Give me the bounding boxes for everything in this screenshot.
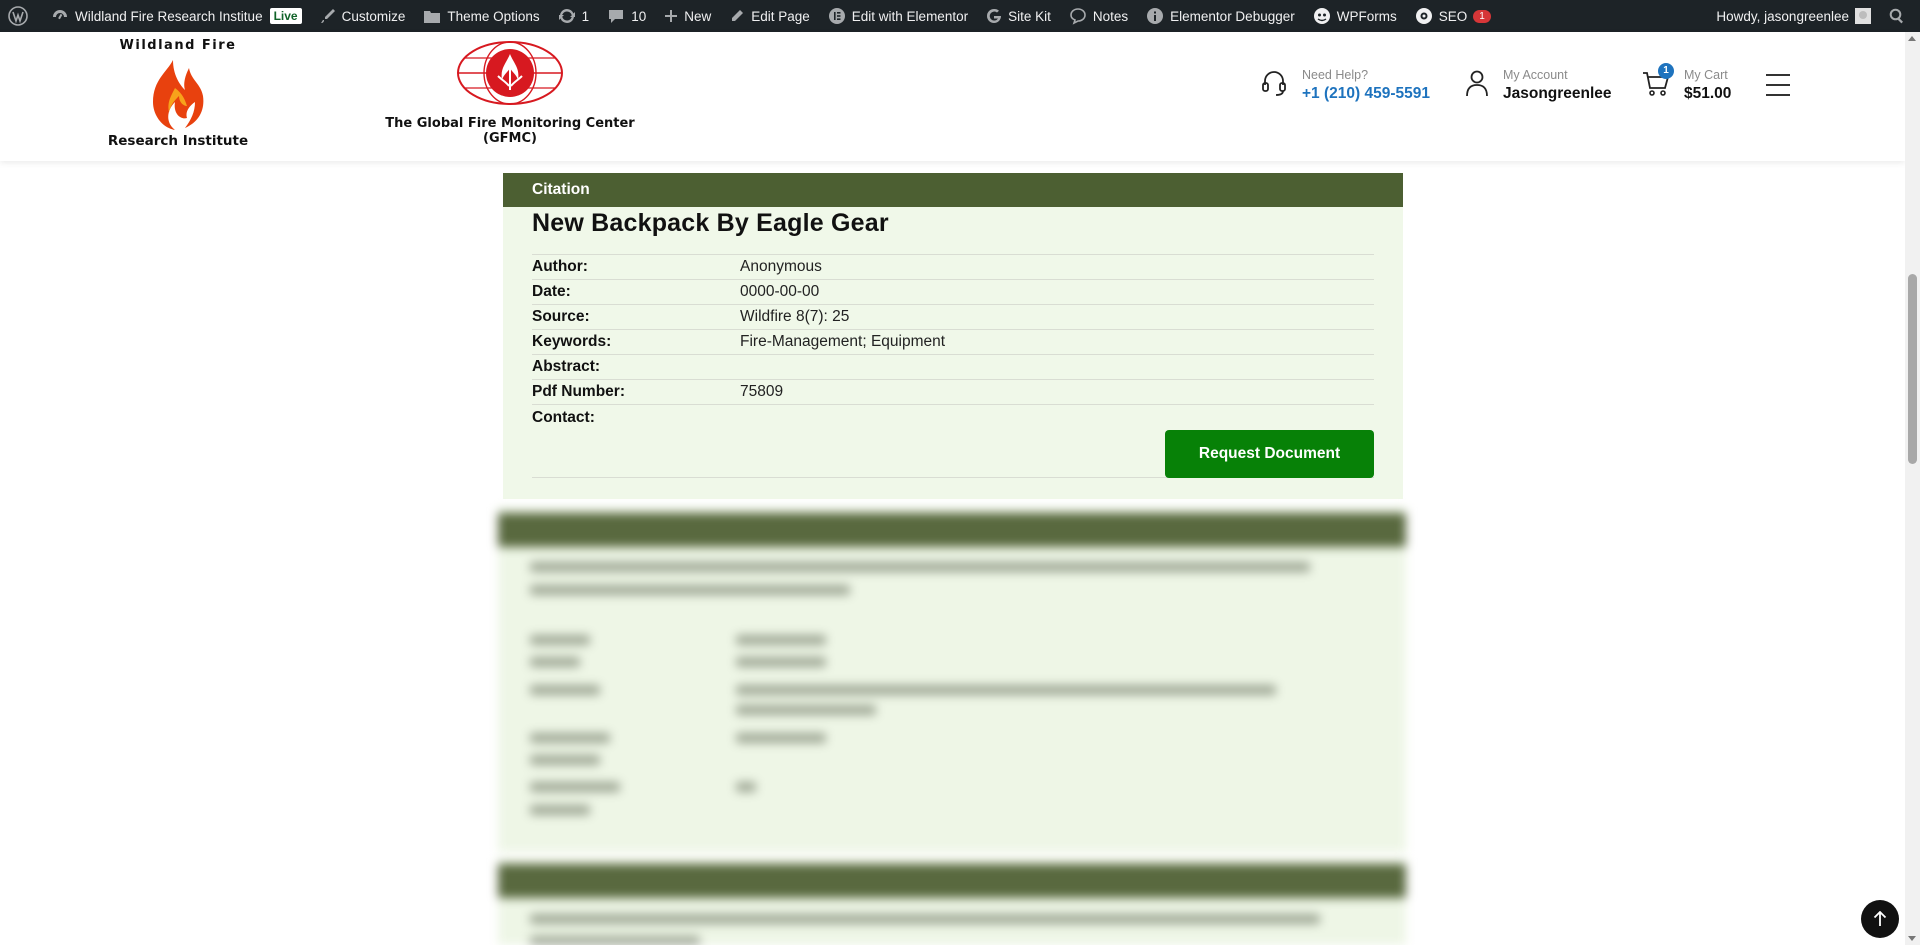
my-account-menu[interactable]: Howdy, jasongreenlee [1707,0,1880,32]
new-label: New [684,8,712,24]
citation-fields: Author: Anonymous Date: 0000-00-00 Sourc… [532,254,1374,430]
cart-icon: 1 [1642,63,1674,102]
field-row-pdf-number: Pdf Number: 75809 [532,380,1374,405]
headset-icon [1260,69,1288,102]
my-cart-block[interactable]: 1 My Cart $51.00 [1642,63,1732,103]
field-label: Author: [532,258,588,275]
field-label: Contact: [532,408,595,426]
edit-page-link[interactable]: Edit Page [720,0,819,32]
wordpress-logo-icon[interactable] [0,0,42,32]
edit-page-label: Edit Page [751,8,810,24]
my-account-block[interactable]: My Account Jasongreenlee [1465,68,1612,103]
updates-count: 1 [581,8,590,24]
wfri-logo[interactable]: Wildland Fire Research Institute [107,38,249,150]
hamburger-menu-icon[interactable] [1766,74,1790,104]
need-help-block[interactable]: Need Help? +1 (210) 459-5591 [1260,68,1430,103]
admin-search-button[interactable] [1880,0,1920,32]
globe-fire-icon [457,41,563,105]
field-label: Keywords: [532,333,612,350]
customize-label: Customize [341,8,406,24]
site-header: Wildland Fire Research Institute The Glo… [0,32,1905,161]
citation-card: Citation New Backpack By Eagle Gear Auth… [503,173,1403,499]
elementor-debugger-link[interactable]: Elementor Debugger [1137,0,1304,32]
notes-label: Notes [1092,8,1129,24]
search-icon [1889,8,1903,24]
updates-link[interactable]: 1 [549,0,599,32]
comments-count: 10 [631,8,647,24]
field-value: Fire-Management; Equipment [740,333,946,350]
wpforms-label: WPForms [1336,8,1397,24]
site-name-menu[interactable]: Wildland Fire Research Institue Live [42,0,311,32]
field-label: Date: [532,283,571,300]
arrow-up-icon [1873,911,1887,926]
wp-admin-bar: Wildland Fire Research Institue Live Cus… [0,0,1920,32]
field-row-source: Source: Wildfire 8(7): 25 [532,305,1374,330]
edit-elementor-label: Edit with Elementor [851,8,969,24]
seo-link[interactable]: SEO 1 [1406,0,1500,32]
logo1-top-text: Wildland Fire [119,38,237,53]
my-cart-label: My Cart [1684,68,1728,82]
customize-link[interactable]: Customize [311,0,415,32]
blurred-citation-card [498,858,1406,945]
scroll-up-arrow-icon[interactable] [1908,36,1916,41]
seo-count-badge: 1 [1473,9,1491,23]
field-value: Anonymous [740,258,822,275]
live-badge: Live [269,8,302,24]
theme-options-link[interactable]: Theme Options [414,0,548,32]
field-value: 0000-00-00 [740,283,820,300]
new-content-link[interactable]: New [655,0,720,32]
request-row: Request Document [532,428,1374,478]
field-row-abstract: Abstract: [532,355,1374,380]
back-to-top-button[interactable] [1861,900,1899,938]
theme-options-label: Theme Options [447,8,540,24]
notes-link[interactable]: Notes [1060,0,1137,32]
elementor-debugger-label: Elementor Debugger [1170,8,1295,24]
scroll-down-arrow-icon[interactable] [1908,936,1916,941]
howdy-label: Howdy, jasongreenlee [1716,8,1849,24]
site-kit-link[interactable]: Site Kit [977,0,1060,32]
logo1-bottom-text: Research Institute [107,133,249,149]
my-account-label: My Account [1503,68,1568,82]
citation-header: Citation [503,173,1403,207]
page-scrollbar[interactable] [1905,32,1920,945]
site-name: Wildland Fire Research Institue [75,8,263,24]
request-document-button[interactable]: Request Document [1165,430,1374,478]
site-kit-label: Site Kit [1008,8,1051,24]
field-value: Wildfire 8(7): 25 [740,308,850,325]
field-value: 75809 [740,383,784,400]
user-icon [1465,69,1489,102]
edit-with-elementor-link[interactable]: Edit with Elementor [819,0,977,32]
phone-link[interactable]: +1 (210) 459-5591 [1302,85,1430,103]
field-label: Abstract: [532,358,601,375]
flame-icon [153,60,204,130]
field-row-author: Author: Anonymous [532,255,1374,280]
field-label: Source: [532,308,590,325]
gfmc-caption: The Global Fire Monitoring Center (GFMC) [385,116,635,146]
citation-title: New Backpack By Eagle Gear [532,209,889,237]
field-row-contact: Contact: [532,405,1374,430]
avatar [1855,8,1871,24]
cart-count-badge: 1 [1658,63,1674,79]
account-name: Jasongreenlee [1503,85,1612,102]
gfmc-logo[interactable]: The Global Fire Monitoring Center (GFMC) [372,40,648,146]
field-row-keywords: Keywords: Fire-Management; Equipment [532,330,1374,355]
field-row-date: Date: 0000-00-00 [532,280,1374,305]
field-label: Pdf Number: [532,383,625,400]
comments-link[interactable]: 10 [598,0,655,32]
wpforms-link[interactable]: WPForms [1304,0,1406,32]
seo-label: SEO [1438,8,1468,24]
blurred-citation-card [498,507,1406,852]
cart-total: $51.00 [1684,85,1732,102]
need-help-label: Need Help? [1302,68,1369,82]
scrollbar-thumb[interactable] [1908,274,1917,464]
